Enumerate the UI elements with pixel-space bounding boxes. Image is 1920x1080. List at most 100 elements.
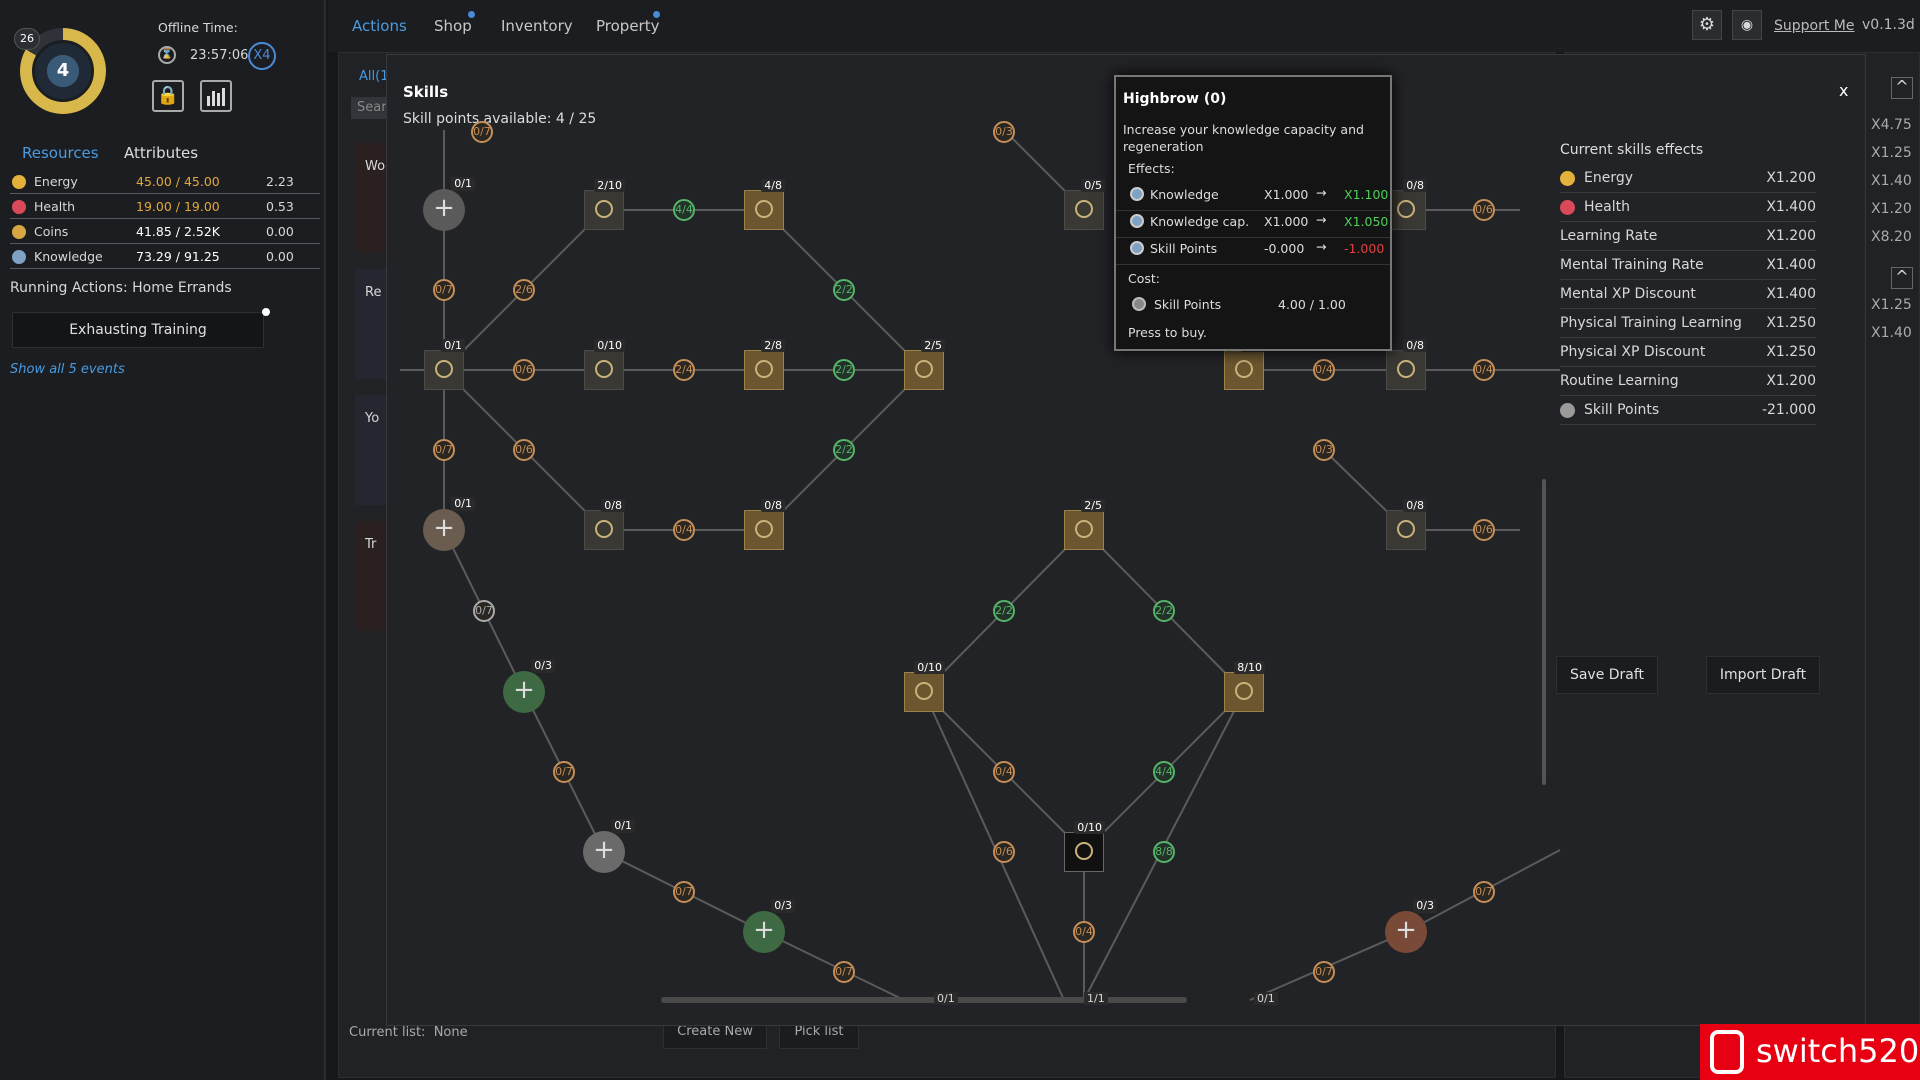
skill-node[interactable]: 0/5 bbox=[1224, 339, 1265, 390]
effect-name: Physical Training Learning bbox=[1560, 315, 1742, 331]
node-count: 0/8 bbox=[1403, 179, 1427, 192]
edge-counter: 0/7 bbox=[1313, 961, 1335, 983]
edge-counter: 2/6 bbox=[513, 279, 535, 301]
edge-counter: 0/3 bbox=[1313, 439, 1335, 461]
skill-node[interactable]: 0/8 bbox=[584, 499, 625, 550]
skill-tooltip: Highbrow (0) Increase your knowledge cap… bbox=[1114, 75, 1392, 351]
edge-counter: 0/4 bbox=[673, 519, 695, 541]
tooltip-title: Highbrow (0) bbox=[1123, 91, 1227, 107]
edge-counter: 0/6 bbox=[993, 841, 1015, 863]
skill-node[interactable]: 2/10 bbox=[584, 179, 625, 230]
plus-icon: + bbox=[513, 675, 535, 705]
effect-name: Knowledge bbox=[1150, 187, 1219, 202]
skill-effect-row: Routine Learning X1.200 bbox=[1560, 367, 1816, 396]
node-count: 4/8 bbox=[761, 179, 785, 192]
tooltip-effect-row: Knowledge X1.000 → X1.100 bbox=[1116, 185, 1390, 211]
skill-node[interactable]: 0/8 bbox=[744, 499, 785, 550]
edge-counter: 0/7 bbox=[833, 961, 855, 983]
arrow-icon: → bbox=[1316, 185, 1327, 200]
skill-icon bbox=[1397, 520, 1415, 538]
skill-node[interactable]: 0/8 bbox=[1386, 499, 1427, 550]
edge-counter: 2/4 bbox=[673, 359, 695, 381]
effect-name: Routine Learning bbox=[1560, 373, 1679, 389]
effect-name: Knowledge cap. bbox=[1150, 214, 1250, 229]
edge-counter: 0/4 bbox=[1073, 921, 1095, 943]
arrow-icon: → bbox=[1316, 239, 1327, 254]
skill-node[interactable]: 2/5 bbox=[1064, 499, 1105, 550]
node-count: 0/1 bbox=[934, 992, 958, 1005]
skill-node[interactable]: +0/1 bbox=[583, 819, 635, 873]
effect-name: Skill Points bbox=[1584, 402, 1660, 418]
plus-icon: + bbox=[753, 915, 775, 945]
tooltip-cost-label: Cost: bbox=[1128, 271, 1161, 286]
edge-counter: 8/8 bbox=[1153, 841, 1175, 863]
skill-effect-row: Physical XP Discount X1.250 bbox=[1560, 338, 1816, 367]
node-count: 0/10 bbox=[594, 339, 625, 352]
node-count: 0/8 bbox=[601, 499, 625, 512]
node-count: 0/8 bbox=[1403, 499, 1427, 512]
skill-node[interactable]: +0/3 bbox=[743, 899, 795, 953]
skill-icon bbox=[1075, 200, 1093, 218]
skill-node[interactable]: 0/5 bbox=[1064, 179, 1105, 230]
effect-value: X1.250 bbox=[1766, 344, 1816, 360]
skill-node[interactable]: 0/8 bbox=[1386, 339, 1427, 390]
skill-effect-row: Mental XP Discount X1.400 bbox=[1560, 280, 1816, 309]
tooltip-effect-row: Skill Points -0.000 → -1.000 bbox=[1116, 239, 1390, 265]
skill-node[interactable]: 0/8 bbox=[1386, 179, 1427, 230]
edge-counter: 2/2 bbox=[833, 359, 855, 381]
effect-icon bbox=[1130, 241, 1144, 255]
node-count: 0/1 bbox=[451, 497, 475, 511]
skill-icon bbox=[915, 682, 933, 700]
skill-node[interactable]: +0/1 bbox=[423, 177, 475, 231]
skill-node[interactable]: 0/1 bbox=[424, 339, 465, 390]
skill-points-icon bbox=[1132, 297, 1146, 311]
effect-name: Physical XP Discount bbox=[1560, 344, 1706, 360]
skill-node[interactable]: +0/1 bbox=[423, 497, 475, 551]
skill-effect-row: Energy X1.200 bbox=[1560, 164, 1816, 193]
edge-counter: 0/4 bbox=[1313, 359, 1335, 381]
node-count: 2/10 bbox=[594, 179, 625, 192]
plus-icon: + bbox=[433, 513, 455, 543]
switch-logo-icon bbox=[1710, 1030, 1744, 1074]
skill-icon bbox=[1075, 520, 1093, 538]
skill-node[interactable]: 0/10 bbox=[584, 339, 625, 390]
skill-icon bbox=[595, 520, 613, 538]
tooltip-effects-label: Effects: bbox=[1128, 161, 1175, 176]
effect-name: Energy bbox=[1584, 170, 1634, 186]
effect-to: -1.000 bbox=[1344, 241, 1385, 256]
plus-icon: + bbox=[1395, 915, 1417, 945]
node-count: 0/3 bbox=[771, 899, 795, 913]
node-count: 0/1 bbox=[1254, 992, 1278, 1005]
save-draft-button[interactable]: Save Draft bbox=[1556, 656, 1658, 694]
tooltip-press: Press to buy. bbox=[1128, 325, 1207, 340]
skill-effect-row: Physical Training Learning X1.250 bbox=[1560, 309, 1816, 338]
edge-counter: 2/2 bbox=[993, 600, 1015, 622]
skill-node[interactable]: 8/10 bbox=[1224, 661, 1265, 712]
effect-value: X1.200 bbox=[1766, 170, 1816, 186]
effect-value: X1.250 bbox=[1766, 315, 1816, 331]
effect-value: -21.000 bbox=[1761, 402, 1816, 418]
import-draft-button[interactable]: Import Draft bbox=[1706, 656, 1820, 694]
effect-value: X1.200 bbox=[1766, 228, 1816, 244]
skill-icon bbox=[1235, 360, 1253, 378]
skill-icon bbox=[755, 520, 773, 538]
skill-node[interactable]: +0/3 bbox=[1385, 899, 1437, 953]
edge-counter: 4/4 bbox=[673, 199, 695, 221]
skill-node[interactable]: +0/3 bbox=[503, 659, 555, 713]
skill-node[interactable]: 4/8 bbox=[744, 179, 785, 230]
watermark: switch520 bbox=[1700, 1024, 1920, 1080]
skill-node[interactable]: 0/10 bbox=[1064, 821, 1105, 872]
edge-counter: 0/7 bbox=[1473, 881, 1495, 903]
skill-node[interactable]: 0/10 bbox=[904, 661, 945, 712]
tooltip-cost-value: 4.00 / 1.00 bbox=[1278, 297, 1346, 312]
skill-icon bbox=[915, 360, 933, 378]
skill-points-icon bbox=[1560, 403, 1575, 418]
effect-to: X1.050 bbox=[1344, 214, 1389, 229]
skill-node[interactable]: 2/8 bbox=[744, 339, 785, 390]
skill-node[interactable]: 2/5 bbox=[904, 339, 945, 390]
effect-from: -0.000 bbox=[1264, 241, 1305, 256]
effect-name: Learning Rate bbox=[1560, 228, 1658, 244]
arrow-icon: → bbox=[1316, 212, 1327, 227]
edge-counter: 0/7 bbox=[433, 279, 455, 301]
edge-counter: 0/3 bbox=[993, 121, 1015, 143]
